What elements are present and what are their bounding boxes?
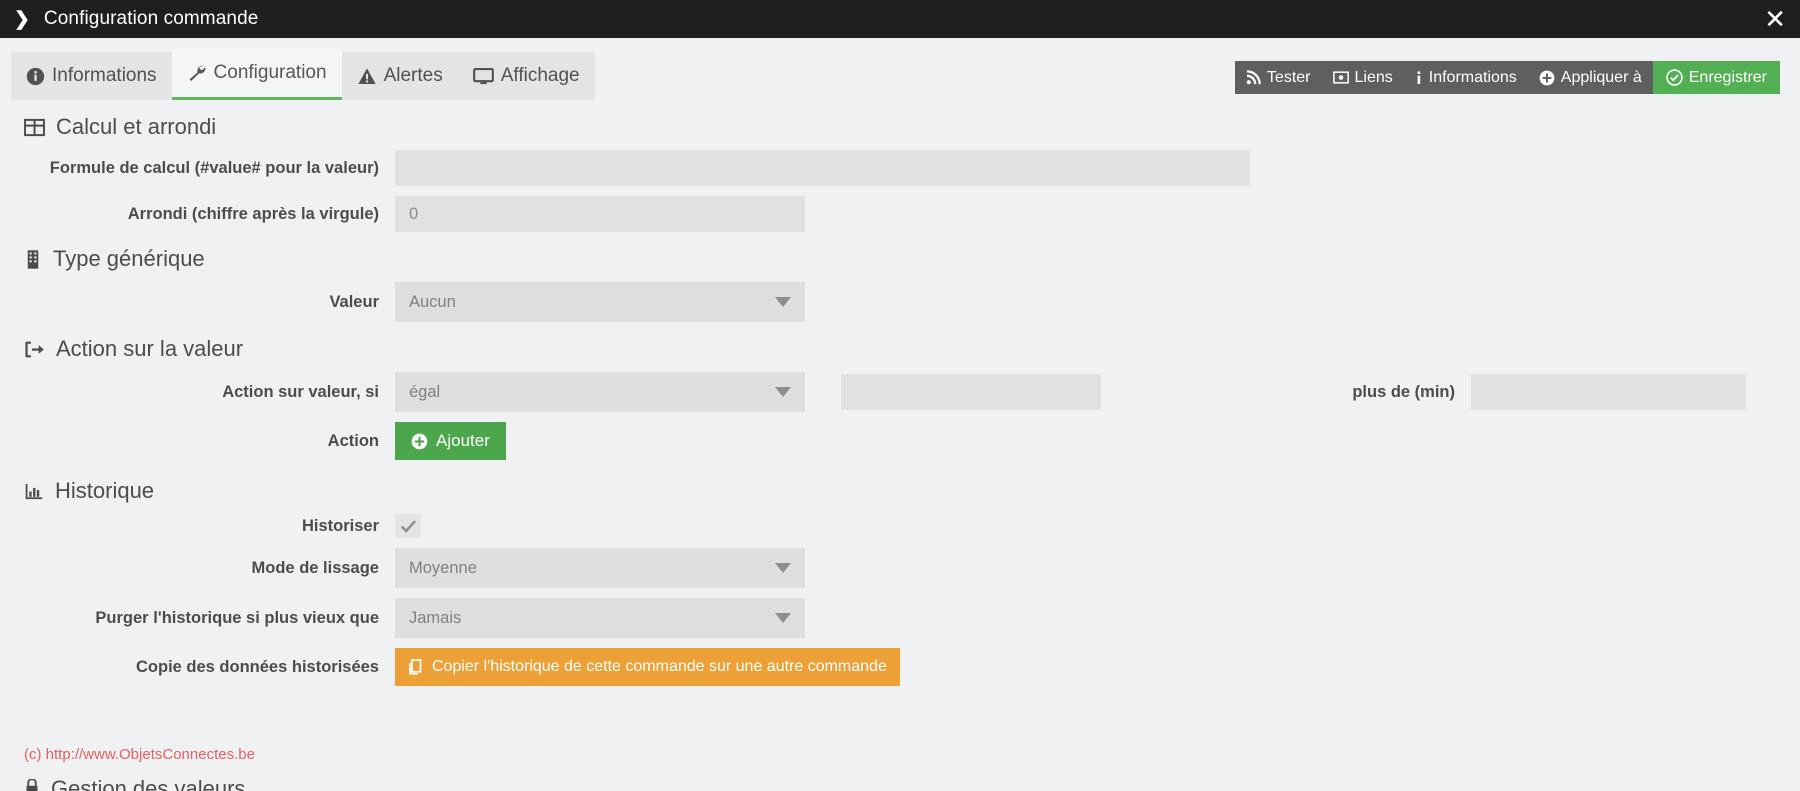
duration-input[interactable] <box>1471 374 1746 410</box>
tab-label: Informations <box>52 65 157 86</box>
sign-out-icon <box>24 340 45 359</box>
chevron-down-icon <box>775 613 791 623</box>
window-title: Configuration commande <box>43 8 259 29</box>
purge-label: Purger l'historique si plus vieux que <box>95 608 379 627</box>
add-action-button-label: Ajouter <box>436 431 490 450</box>
warning-triangle-icon <box>357 67 377 86</box>
tab-configuration[interactable]: Configuration <box>171 49 342 100</box>
arrondi-input[interactable] <box>395 196 805 232</box>
copy-history-button-label: Copier l'historique de cette commande su… <box>432 658 887 675</box>
row-mode-de-lissage: Mode de lissage Moyenne <box>0 548 1800 588</box>
bar-chart-icon <box>24 482 44 501</box>
chevron-down-icon <box>775 387 791 397</box>
lissage-select-value: Moyenne <box>409 558 477 577</box>
wrench-icon <box>187 63 207 83</box>
historiser-checkbox[interactable] <box>395 514 421 538</box>
section-title: Calcul et arrondi <box>56 114 217 139</box>
purge-select-value: Jamais <box>409 608 462 627</box>
chevron-down-icon <box>775 563 791 573</box>
row-arrondi: Arrondi (chiffre après la virgule) <box>0 196 1800 232</box>
section-gestion-des-valeurs: Gestion des valeurs <box>24 779 245 791</box>
tab-label: Alertes <box>383 65 443 86</box>
add-action-button[interactable]: Ajouter <box>395 422 506 460</box>
valeur-select-value: Aucun <box>409 292 456 311</box>
condition-value-input[interactable] <box>841 374 1101 410</box>
copy-icon <box>408 658 424 676</box>
condition-select[interactable]: égal <box>395 372 805 412</box>
row-copie-donnees-historisees: Copie des données historisées Copier l'h… <box>0 648 1800 686</box>
arrondi-label: Arrondi (chiffre après la virgule) <box>127 204 379 223</box>
links-button-label: Liens <box>1354 68 1393 86</box>
plus-circle-icon <box>411 433 428 450</box>
row-formule-de-calcul: Formule de calcul (#value# pour la valeu… <box>0 150 1800 186</box>
lissage-select[interactable]: Moyenne <box>395 548 805 588</box>
window-title-bar: ❯ Configuration commande ✕ <box>0 0 1800 38</box>
configuration-form: Calcul et arrondi Formule de calcul (#va… <box>0 100 1800 791</box>
apply-to-button[interactable]: Appliquer à <box>1527 61 1653 94</box>
section-title: Type générique <box>53 246 205 271</box>
valeur-label: Valeur <box>329 292 379 311</box>
lock-icon <box>24 779 40 791</box>
tab-bar: Informations Configuration Alertes Affic… <box>0 38 1800 100</box>
section-action-sur-la-valeur: Action sur la valeur <box>0 336 1800 362</box>
links-button[interactable]: Liens <box>1321 61 1404 94</box>
row-action-sur-valeur-si: Action sur valeur, si égal plus de (min) <box>0 372 1800 412</box>
lissage-label: Mode de lissage <box>251 558 379 577</box>
valeur-select[interactable]: Aucun <box>395 282 805 322</box>
tab-label: Configuration <box>213 62 327 83</box>
row-action: Action Ajouter <box>0 422 1800 460</box>
info-icon <box>1415 70 1423 86</box>
watermark-text: (c) http://www.ObjetsConnectes.be <box>24 746 255 763</box>
tab-affichage[interactable]: Affichage <box>457 52 595 100</box>
historiser-label: Historiser <box>301 516 379 535</box>
row-purger-historique: Purger l'historique si plus vieux que Ja… <box>0 598 1800 638</box>
tab-informations[interactable]: Informations <box>11 52 172 100</box>
purge-select[interactable]: Jamais <box>395 598 805 638</box>
desktop-icon <box>472 67 494 86</box>
tab-label: Affichage <box>500 65 580 86</box>
rss-icon <box>1246 70 1261 85</box>
copie-label: Copie des données historisées <box>136 657 379 676</box>
condition-select-value: égal <box>409 382 441 401</box>
building-icon <box>24 249 42 270</box>
apply-to-button-label: Appliquer à <box>1560 68 1642 86</box>
section-title: Action sur la valeur <box>56 336 244 361</box>
copy-history-button[interactable]: Copier l'historique de cette commande su… <box>395 648 900 686</box>
table-grid-icon <box>24 117 45 138</box>
section-title: Gestion des valeurs <box>51 779 245 791</box>
chevron-right-icon[interactable]: ❯ <box>14 10 30 29</box>
section-historique: Historique <box>0 478 1800 504</box>
formule-input[interactable] <box>395 150 1250 186</box>
chevron-down-icon <box>775 297 791 307</box>
save-button[interactable]: Enregistrer <box>1652 61 1780 94</box>
action-toolbar: Tester Liens Informations Appliquer à En <box>1234 61 1780 94</box>
row-historiser: Historiser <box>0 514 1800 538</box>
tab-list: Informations Configuration Alertes Affic… <box>11 49 595 100</box>
informations-button[interactable]: Informations <box>1403 61 1528 94</box>
condition-label: Action sur valeur, si <box>222 382 379 401</box>
tab-alertes[interactable]: Alertes <box>341 52 458 100</box>
action-label: Action <box>327 431 379 450</box>
image-icon <box>1332 70 1349 85</box>
informations-button-label: Informations <box>1428 68 1517 86</box>
section-type-generique: Type générique <box>0 246 1800 272</box>
plus-circle-icon <box>1539 70 1555 86</box>
section-title: Historique <box>55 478 155 503</box>
check-circle-icon <box>1666 69 1683 86</box>
test-button[interactable]: Tester <box>1234 61 1322 94</box>
section-calcul-et-arrondi: Calcul et arrondi <box>0 114 1800 140</box>
save-button-label: Enregistrer <box>1688 68 1767 86</box>
test-button-label: Tester <box>1266 68 1311 86</box>
close-icon[interactable]: ✕ <box>1764 6 1786 32</box>
row-type-generique-valeur: Valeur Aucun <box>0 282 1800 322</box>
info-circle-icon <box>26 67 45 86</box>
duration-label: plus de (min) <box>1352 382 1455 401</box>
formule-label: Formule de calcul (#value# pour la valeu… <box>49 158 379 177</box>
